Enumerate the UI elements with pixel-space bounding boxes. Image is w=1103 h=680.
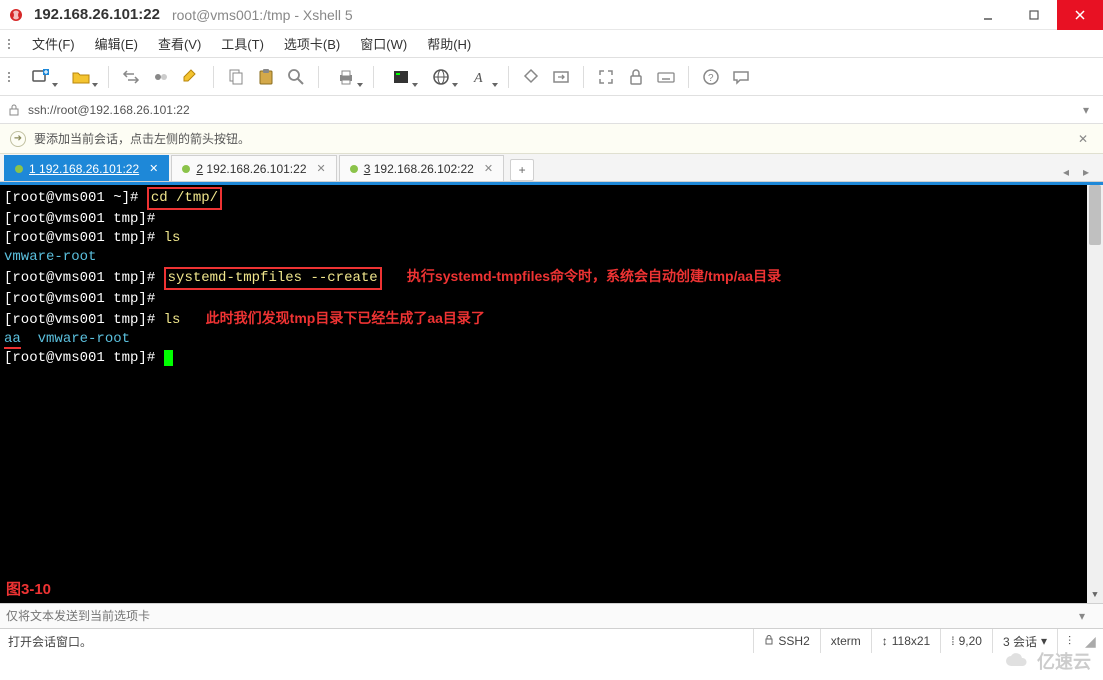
new-session-button[interactable]: [22, 63, 60, 91]
lock-icon: [764, 634, 774, 648]
properties-button[interactable]: [177, 63, 205, 91]
tab-session-2[interactable]: 2 192.168.26.101:22 ✕: [171, 155, 336, 181]
tab-session-3[interactable]: 3 192.168.26.102:22 ✕: [339, 155, 504, 181]
print-button[interactable]: [327, 63, 365, 91]
grip-icon: [8, 39, 16, 49]
menu-file[interactable]: 文件(F): [24, 30, 83, 57]
cursor-icon: [164, 350, 173, 366]
status-dot-icon: [350, 165, 358, 173]
status-size: ↕ 118x21: [871, 629, 940, 653]
terminal[interactable]: [root@vms001 ~]# cd /tmp/ [root@vms001 t…: [0, 185, 1103, 603]
close-button[interactable]: [1057, 0, 1103, 30]
font-button[interactable]: A: [462, 63, 500, 91]
scroll-down-icon[interactable]: ▼: [1087, 587, 1103, 603]
status-cursor-pos: ⁞ 9,20: [940, 629, 992, 653]
tab-prev-button[interactable]: ◂: [1057, 163, 1075, 181]
tab-close-icon[interactable]: ✕: [484, 162, 493, 175]
grip-icon: [8, 72, 16, 82]
annotation-text: 执行systemd-tmpfiles命令时，系统会自动创建/tmp/aa目录: [407, 268, 781, 284]
cloud-icon: [1003, 652, 1031, 670]
menu-tools[interactable]: 工具(T): [213, 30, 272, 57]
tab-next-button[interactable]: ▸: [1077, 163, 1095, 181]
svg-text:A: A: [473, 71, 483, 86]
info-message: 要添加当前会话，点击左侧的箭头按钮。: [34, 130, 1073, 147]
statusbar: 打开会话窗口。 SSH2 xterm ↕ 118x21 ⁞ 9,20 3 会话 …: [0, 629, 1103, 653]
address-text[interactable]: ssh://root@192.168.26.101:22: [28, 103, 1077, 117]
send-input[interactable]: [6, 609, 1079, 623]
new-tab-button[interactable]: +: [510, 159, 534, 181]
app-icon: [8, 7, 24, 23]
terminal-scrollbar[interactable]: ▲ ▼: [1087, 185, 1103, 603]
window-title-path: root@vms001:/tmp - Xshell 5: [172, 7, 353, 23]
color-scheme-button[interactable]: [382, 63, 420, 91]
maximize-button[interactable]: [1011, 0, 1057, 30]
menu-view[interactable]: 查看(V): [150, 30, 209, 57]
highlight-box: systemd-tmpfiles --create: [164, 267, 382, 290]
send-input-bar: ▾: [0, 603, 1103, 629]
disconnect-button[interactable]: [147, 63, 175, 91]
menu-window[interactable]: 窗口(W): [352, 30, 415, 57]
highlight-box: cd /tmp/: [147, 187, 222, 210]
tab-session-1[interactable]: 1 192.168.26.101:22 ✕: [4, 155, 169, 181]
info-bar: ➜ 要添加当前会话，点击左侧的箭头按钮。 ✕: [0, 124, 1103, 154]
titlebar: 192.168.26.101:22 root@vms001:/tmp - Xsh…: [0, 0, 1103, 30]
status-protocol: SSH2: [753, 629, 819, 653]
highlight-aa: aa: [4, 331, 21, 349]
paste-button[interactable]: [252, 63, 280, 91]
lock-icon: [8, 103, 22, 117]
encoding-button[interactable]: [422, 63, 460, 91]
open-button[interactable]: [62, 63, 100, 91]
fullscreen-button[interactable]: [592, 63, 620, 91]
address-dropdown[interactable]: ▾: [1077, 103, 1095, 117]
resize-grip-icon[interactable]: ◢: [1081, 633, 1095, 650]
send-mode-dropdown[interactable]: ▾: [1079, 609, 1097, 623]
chat-button[interactable]: [727, 63, 755, 91]
status-caps[interactable]: ⫶: [1057, 629, 1081, 653]
lock-button[interactable]: [622, 63, 650, 91]
tabstrip: 1 192.168.26.101:22 ✕ 2 192.168.26.101:2…: [0, 154, 1103, 182]
menu-tabs[interactable]: 选项卡(B): [276, 30, 348, 57]
window-title-ip: 192.168.26.101:22: [34, 6, 160, 23]
help-button[interactable]: ?: [697, 63, 725, 91]
find-button[interactable]: [282, 63, 310, 91]
menu-edit[interactable]: 编辑(E): [87, 30, 146, 57]
status-dot-icon: [15, 165, 23, 173]
status-term: xterm: [820, 629, 871, 653]
xftp-button[interactable]: [547, 63, 575, 91]
scroll-thumb[interactable]: [1089, 185, 1101, 245]
tab-close-icon[interactable]: ✕: [149, 162, 158, 175]
figure-label: 图3-10: [6, 580, 51, 599]
minimize-button[interactable]: [965, 0, 1011, 30]
reconnect-button[interactable]: [117, 63, 145, 91]
status-sessions[interactable]: 3 会话 ▾: [992, 629, 1057, 653]
menu-help[interactable]: 帮助(H): [419, 30, 479, 57]
info-close-button[interactable]: ✕: [1073, 132, 1093, 146]
status-message: 打开会话窗口。: [8, 633, 753, 650]
toolbar: A ?: [0, 58, 1103, 96]
info-arrow-icon[interactable]: ➜: [10, 131, 26, 147]
xagent-button[interactable]: [517, 63, 545, 91]
keyboard-button[interactable]: [652, 63, 680, 91]
svg-text:?: ?: [708, 73, 714, 84]
address-bar: ssh://root@192.168.26.101:22 ▾: [0, 96, 1103, 124]
copy-button[interactable]: [222, 63, 250, 91]
annotation-text: 此时我们发现tmp目录下已经生成了aa目录了: [206, 310, 485, 326]
menubar: 文件(F) 编辑(E) 查看(V) 工具(T) 选项卡(B) 窗口(W) 帮助(…: [0, 30, 1103, 58]
tab-close-icon[interactable]: ✕: [317, 162, 326, 175]
status-dot-icon: [182, 165, 190, 173]
